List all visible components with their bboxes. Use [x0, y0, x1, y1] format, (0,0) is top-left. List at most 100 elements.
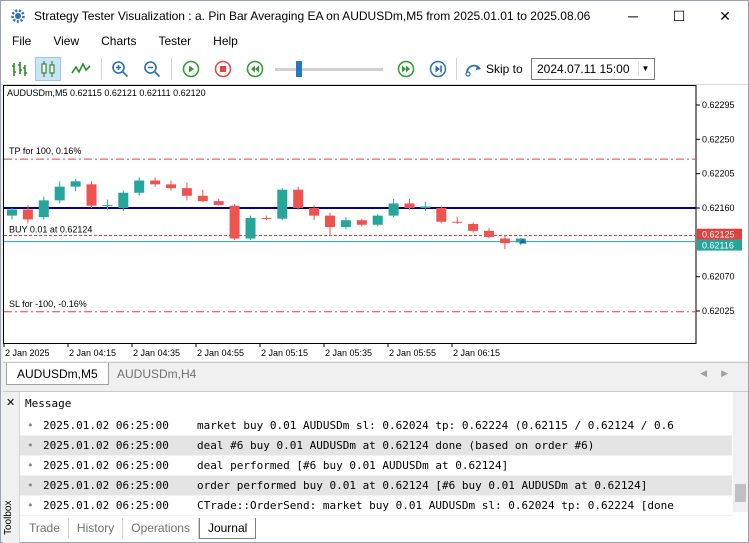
bar-chart-button[interactable] [6, 57, 32, 81]
time-tick-label: 2 Jan 04:15 [69, 348, 116, 358]
price-tick-label: 0.62160 [702, 203, 735, 213]
time-tick-label: 2 Jan 04:35 [133, 348, 180, 358]
speed-slider-track[interactable] [275, 68, 383, 71]
log-row[interactable]: • 2025.01.02 06:25:00 deal performed [#6 b… [20, 456, 732, 476]
toolbox-tabs: Trade History Operations Journal [21, 518, 257, 540]
skip-datetime-picker[interactable]: 2024.07.11 15:00 ▼ [531, 58, 655, 80]
play-icon [182, 60, 200, 78]
candle-body [356, 220, 367, 225]
tab-journal[interactable]: Journal [198, 518, 257, 539]
menu-help[interactable]: Help [202, 31, 249, 52]
toolbox-panel: ✕ Toolbox Message • 2025.01.02 06:25:00 ma… [3, 391, 748, 543]
candle-body [197, 195, 208, 202]
toolbox-sidebar: ✕ Toolbox [3, 392, 20, 543]
time-tick-label: 2 Jan 04:55 [197, 348, 244, 358]
menu-view[interactable]: View [42, 31, 90, 52]
menu-charts[interactable]: Charts [90, 31, 147, 52]
log-row[interactable]: • 2025.01.02 06:25:00 order performed buy … [20, 476, 732, 496]
chart-tab-m5[interactable]: AUDUSDm,M5 [6, 363, 109, 385]
candle-body [166, 184, 176, 189]
plot-frame [3, 85, 697, 344]
minimize-button[interactable]: ─ [610, 1, 656, 31]
strategy-tester-window: Strategy Tester Visualization : a. Pin B… [0, 0, 749, 543]
candle-body [499, 238, 510, 244]
log-row[interactable]: • 2025.01.02 06:25:00 market buy 0.01 AUDU… [20, 416, 732, 436]
stop-button[interactable] [210, 57, 236, 81]
price-tick-label: 0.62070 [702, 272, 735, 282]
candle-body [7, 209, 17, 216]
menu-file[interactable]: File [1, 31, 42, 52]
log-message: CTrade::OrderSend: market buy 0.01 AUDUS… [197, 499, 674, 512]
chart-tab-h4[interactable]: AUDUSDm,H4 [107, 363, 206, 385]
speed-slider-thumb[interactable] [295, 61, 302, 77]
skip-to-label: Skip to [486, 62, 523, 76]
log-message: order performed buy 0.01 at 0.62124 [#6 … [197, 479, 648, 492]
tab-operations[interactable]: Operations [123, 518, 199, 539]
candle-body [86, 184, 97, 206]
price-chart[interactable]: TP for 100, 0.16% BUY 0.01 at 0.62124 SL f… [3, 85, 748, 361]
log-row[interactable]: • 2025.01.02 06:25:00 deal #6 buy 0.01 AUD… [20, 436, 732, 456]
buy-label: BUY 0.01 at 0.62124 [9, 224, 92, 234]
slow-down-button[interactable] [242, 57, 268, 81]
price-tick-label: 0.62025 [702, 306, 735, 316]
candle-body [420, 206, 431, 208]
candle-body [181, 188, 192, 196]
candle-body [229, 205, 240, 239]
log-time: 2025.01.02 06:25:00 [43, 419, 169, 432]
zoom-in-button[interactable] [107, 57, 133, 81]
fast-forward-icon [397, 60, 415, 78]
chart-info: AUDUSDm,M5 0.62115 0.62121 0.62111 0.621… [7, 88, 206, 98]
candle-body [150, 180, 161, 185]
log-message: market buy 0.01 AUDUSDm sl: 0.62024 tp: … [197, 419, 674, 432]
log-row[interactable]: • 2025.01.02 06:25:00 CTrade::OrderSend: m… [20, 496, 732, 516]
time-tick-label: 2 Jan 2025 [5, 348, 50, 358]
tab-history[interactable]: History [69, 518, 124, 539]
price-tick-label: 0.62205 [702, 169, 735, 179]
time-tick-label: 2 Jan 05:55 [389, 348, 436, 358]
log-scrollbar-thumb[interactable] [735, 484, 746, 502]
time-tick-label: 2 Jan 06:15 [453, 348, 500, 358]
message-column-header[interactable]: Message [25, 397, 71, 410]
maximize-button[interactable]: ☐ [656, 1, 702, 31]
speed-up-button[interactable] [393, 57, 419, 81]
log-scrollbar[interactable] [733, 392, 748, 512]
log-time: 2025.01.02 06:25:00 [43, 479, 169, 492]
play-button[interactable] [178, 57, 204, 81]
candle-body [325, 215, 335, 228]
candle-body [277, 189, 288, 219]
log-time: 2025.01.02 06:25:00 [43, 499, 169, 512]
line-chart-button[interactable] [68, 57, 94, 81]
candle-body [404, 203, 415, 208]
menu-tester[interactable]: Tester [147, 31, 202, 52]
skip-to-button[interactable] [461, 57, 487, 81]
chart-tabs-bar: AUDUSDm,M5 AUDUSDm,H4 ◀▶ [3, 362, 748, 385]
tp-label: TP for 100, 0.16% [9, 146, 81, 156]
close-toolbox-icon[interactable]: ✕ [6, 396, 15, 409]
candlestick-chart-button[interactable] [35, 57, 61, 81]
log-time: 2025.01.02 06:25:00 [43, 459, 169, 472]
zoom-out-button[interactable] [139, 57, 165, 81]
close-button[interactable]: ✕ [702, 1, 748, 31]
candle-body [340, 220, 351, 228]
tab-scroll-arrows[interactable]: ◀▶ [700, 368, 742, 379]
candlestick-icon [41, 61, 55, 77]
price-chart-canvas[interactable]: TP for 100, 0.16% BUY 0.01 at 0.62124 SL f… [3, 85, 748, 361]
calendar-dropdown-icon[interactable]: ▼ [638, 62, 652, 76]
candle-body [38, 200, 49, 218]
log-message: deal performed [#6 buy 0.01 AUDUSDm at 0… [197, 459, 509, 472]
zoom-in-icon [112, 61, 129, 78]
tab-trade[interactable]: Trade [21, 518, 69, 539]
stop-icon [214, 60, 232, 78]
price-tick-label: 0.62250 [702, 134, 735, 144]
log-time: 2025.01.02 06:25:00 [43, 439, 169, 452]
journal-log: • 2025.01.02 06:25:00 market buy 0.01 AUDU… [20, 416, 732, 516]
candle-body [245, 217, 256, 239]
bar-chart-icon [12, 62, 27, 76]
skip-to-end-button[interactable] [425, 57, 451, 81]
menu-bar: File View Charts Tester Help [1, 31, 748, 52]
app-gear-icon [11, 9, 25, 23]
time-tick-label: 2 Jan 05:35 [325, 348, 372, 358]
candle-body [388, 203, 399, 216]
candle-body [213, 201, 224, 205]
candle-body [293, 189, 304, 208]
